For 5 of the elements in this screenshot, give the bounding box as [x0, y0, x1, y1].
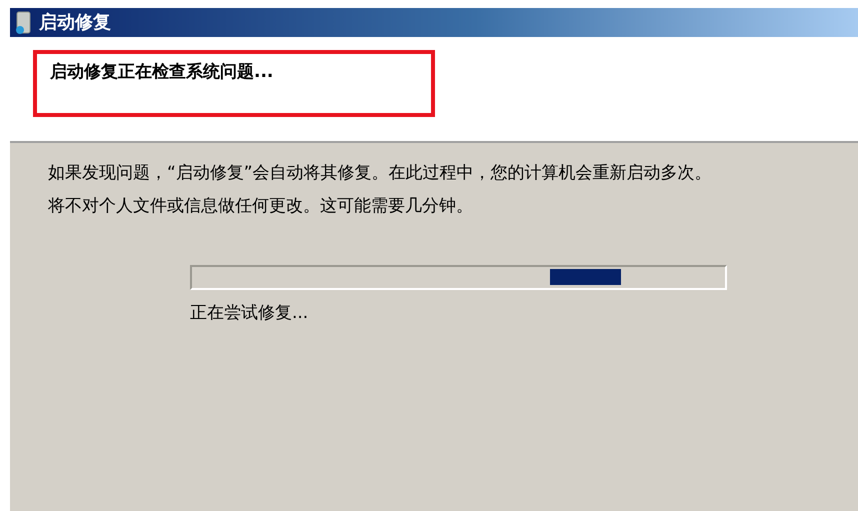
window-title: 启动修复	[39, 14, 111, 32]
status-text: 正在尝试修复...	[190, 303, 310, 324]
heading: 启动修复正在检查系统问题...	[50, 62, 274, 82]
message-text: 如果发现问题，“启动修复”会自动将其修复。在此过程中，您的计算机会重新启动多次。	[48, 165, 713, 182]
message-text: 将不对个人文件或信息做任何更改。这可能需要几分钟。	[48, 198, 474, 215]
